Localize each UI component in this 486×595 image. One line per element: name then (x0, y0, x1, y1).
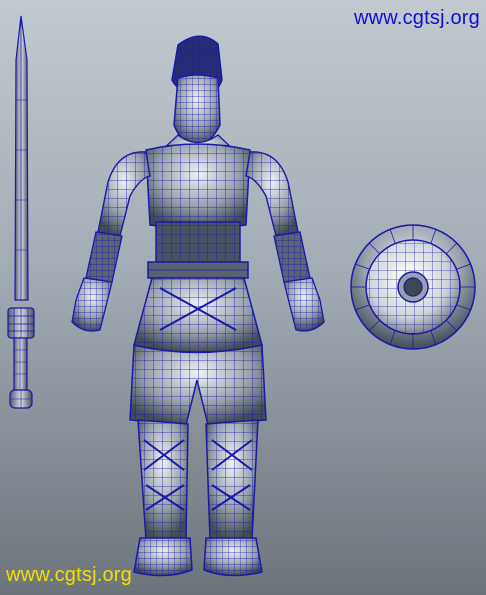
watermark-top: www.cgtsj.org (354, 7, 480, 29)
maya-viewport[interactable]: www.cgtsj.org www.cgtsj.org (0, 0, 486, 595)
sword-model[interactable] (7, 15, 35, 409)
watermark-bottom: www.cgtsj.org (6, 564, 132, 586)
warrior-model[interactable] (71, 35, 325, 577)
wireframe-scene[interactable] (0, 0, 486, 595)
shield-model[interactable] (350, 224, 476, 350)
